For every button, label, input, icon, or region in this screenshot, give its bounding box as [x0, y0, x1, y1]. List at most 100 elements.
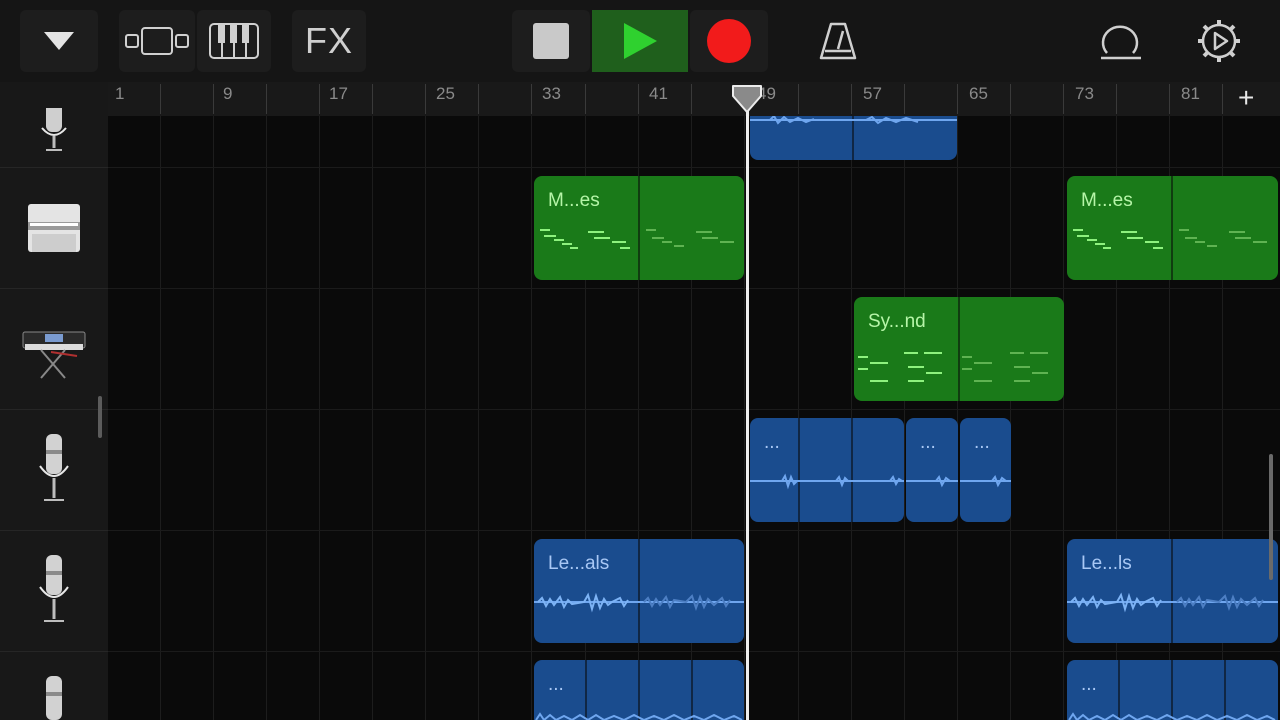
audio-region[interactable]: ...: [534, 660, 744, 720]
ruler-bar-number: 33: [542, 84, 561, 103]
audio-region[interactable]: ...: [1067, 660, 1278, 720]
ruler-tick: [957, 84, 958, 114]
play-button[interactable]: [592, 10, 688, 72]
microphone-icon: [39, 555, 69, 622]
metronome-icon: [819, 22, 857, 60]
track-headers: [0, 82, 108, 720]
ruler-bar-number: 1: [115, 84, 125, 103]
ruler-bar-number: 25: [436, 84, 455, 103]
vertical-scrollbar[interactable]: [1269, 454, 1273, 580]
ruler-tick: [213, 84, 214, 114]
playhead-handle-icon[interactable]: [731, 84, 763, 114]
control-bar: FX: [0, 0, 1280, 82]
browser-menu-button[interactable]: [20, 10, 98, 72]
microphone-icon: [41, 108, 67, 151]
ruler-bar-number: 81: [1181, 84, 1200, 103]
ruler-tick: [585, 84, 586, 114]
ruler-tick: [1063, 84, 1064, 114]
track-header-4[interactable]: [0, 410, 108, 530]
play-icon: [624, 23, 657, 59]
ruler-tick: [798, 84, 799, 114]
lane-separator: [0, 651, 108, 652]
ruler-bar-number: 17: [329, 84, 348, 103]
audio-region[interactable]: Le...ls: [1067, 539, 1278, 643]
record-icon: [707, 19, 751, 63]
triangle-down-icon: [44, 32, 74, 50]
grid-line: [1063, 116, 1064, 720]
ruler-tick: [1169, 84, 1170, 114]
track-header-1[interactable]: [0, 106, 108, 166]
instrument-keyboard-button[interactable]: [197, 10, 271, 72]
playhead-line: [746, 94, 749, 720]
waveform: [906, 474, 958, 488]
waveform: [534, 592, 744, 613]
ruler-bar-number: 65: [969, 84, 988, 103]
stop-button[interactable]: [512, 10, 590, 72]
fx-label: FX: [304, 20, 353, 61]
bar-ruler[interactable]: 1 9 17 25 33 41 49 57 65 73 81: [108, 82, 1280, 116]
tracks-area[interactable]: M...es M...es Sy...nd ... ... ... Le...a…: [108, 116, 1280, 720]
track-list-scrollbar[interactable]: [98, 396, 102, 438]
audio-region[interactable]: ...: [960, 418, 1011, 522]
ruler-tick: [1116, 84, 1117, 114]
midi-region[interactable]: Sy...nd: [854, 297, 1064, 401]
microphone-icon: [39, 434, 69, 501]
lane-line: [108, 530, 1280, 531]
waveform: [1068, 712, 1276, 720]
gear-icon: [1198, 20, 1240, 62]
settings-button[interactable]: [1188, 10, 1250, 72]
ruler-tick: [691, 84, 692, 114]
grid-line: [744, 116, 745, 720]
ruler-tick: [638, 84, 639, 114]
grid-line: [904, 116, 905, 720]
ruler-tick: [1222, 84, 1223, 114]
ruler-bar-number: 73: [1075, 84, 1094, 103]
record-button[interactable]: [690, 10, 768, 72]
audio-region[interactable]: Le...als: [534, 539, 744, 643]
midi-region[interactable]: M...es: [1067, 176, 1278, 280]
waveform: [750, 116, 957, 125]
microphone-icon: [46, 676, 62, 720]
waveform: [535, 712, 743, 720]
track-header-3[interactable]: [0, 289, 108, 409]
lane-line: [108, 651, 1280, 652]
waveform: [750, 473, 904, 490]
lane-line: [108, 167, 1280, 168]
grid-line: [213, 116, 214, 720]
ruler-tick: [1010, 84, 1011, 114]
piano-keys-icon: [209, 23, 259, 59]
synth-keyboard-icon: [22, 331, 86, 379]
midi-notes: [858, 352, 1048, 382]
waveform: [960, 474, 1011, 488]
lane-line: [108, 409, 1280, 410]
audio-region[interactable]: [750, 116, 957, 160]
ruler-bar-number: 9: [223, 84, 233, 103]
grid-line: [319, 116, 320, 720]
audio-region[interactable]: ...: [906, 418, 958, 522]
ruler-tick: [160, 84, 161, 114]
tracks-view-button[interactable]: [119, 10, 195, 72]
midi-notes: [540, 229, 734, 249]
metronome-button[interactable]: [806, 10, 870, 72]
grid-line: [531, 116, 532, 720]
add-section-button[interactable]: +: [1238, 84, 1254, 112]
track-header-5[interactable]: [0, 531, 108, 651]
ruler-bar-number: 57: [863, 84, 882, 103]
grid-line: [372, 116, 373, 720]
ruler-tick: [904, 84, 905, 114]
track-header-2[interactable]: [0, 168, 108, 288]
grid-line: [266, 116, 267, 720]
midi-notes: [1073, 229, 1267, 249]
track-header-6[interactable]: [0, 672, 108, 720]
fx-button[interactable]: FX: [292, 10, 366, 72]
ruler-tick: [851, 84, 852, 114]
grid-line: [160, 116, 161, 720]
grid-line: [425, 116, 426, 720]
loop-browser-button[interactable]: [1090, 10, 1152, 72]
ruler-tick: [478, 84, 479, 114]
stop-icon: [533, 23, 569, 59]
audio-region[interactable]: ...: [750, 418, 904, 522]
loop-icon: [1101, 25, 1141, 60]
midi-region[interactable]: M...es: [534, 176, 744, 280]
ruler-tick: [319, 84, 320, 114]
